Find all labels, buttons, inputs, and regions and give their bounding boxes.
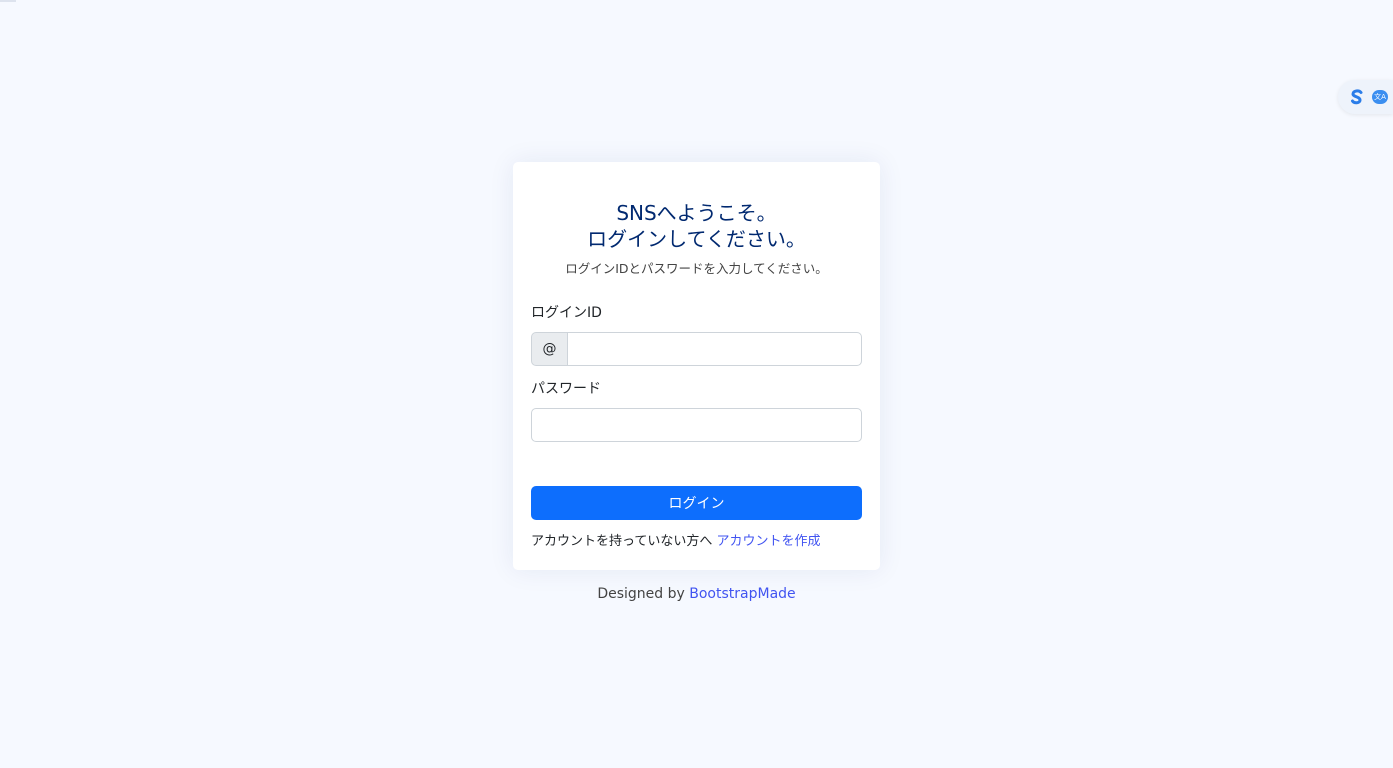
floating-extension-widget[interactable]: 文A xyxy=(1338,80,1393,114)
footer-credit: Designed by BootstrapMade xyxy=(0,586,1393,602)
s-logo-icon[interactable] xyxy=(1348,88,1366,106)
title-line-1: SNSへようこそ。 xyxy=(616,201,777,225)
create-account-link[interactable]: アカウントを作成 xyxy=(717,534,821,549)
designed-by-text: Designed by xyxy=(597,586,685,602)
signup-text: アカウントを持っていない方へ xyxy=(531,534,713,549)
login-id-group: @ xyxy=(531,332,862,366)
login-id-label: ログインID xyxy=(531,305,602,321)
signup-prompt: アカウントを持っていない方へ アカウントを作成 xyxy=(531,533,862,551)
password-label: パスワード xyxy=(531,381,601,397)
translate-icon[interactable]: 文A xyxy=(1372,90,1388,104)
login-id-input[interactable] xyxy=(567,332,862,366)
title-line-2: ログインしてください。 xyxy=(587,227,806,251)
password-input[interactable] xyxy=(531,408,862,442)
login-button[interactable]: ログイン xyxy=(531,486,862,520)
login-page: 文A SNSへようこそ。 ログインしてください。 ログインIDとパスワードを入力… xyxy=(0,0,1393,768)
bootstrapmade-link[interactable]: BootstrapMade xyxy=(689,586,795,602)
at-sign-prefix: @ xyxy=(531,332,567,366)
corner-artifact xyxy=(0,0,16,2)
page-title: SNSへようこそ。 ログインしてください。 xyxy=(531,200,862,252)
page-subtitle: ログインIDとパスワードを入力してください。 xyxy=(565,261,828,276)
login-card: SNSへようこそ。 ログインしてください。 ログインIDとパスワードを入力してく… xyxy=(513,162,880,570)
